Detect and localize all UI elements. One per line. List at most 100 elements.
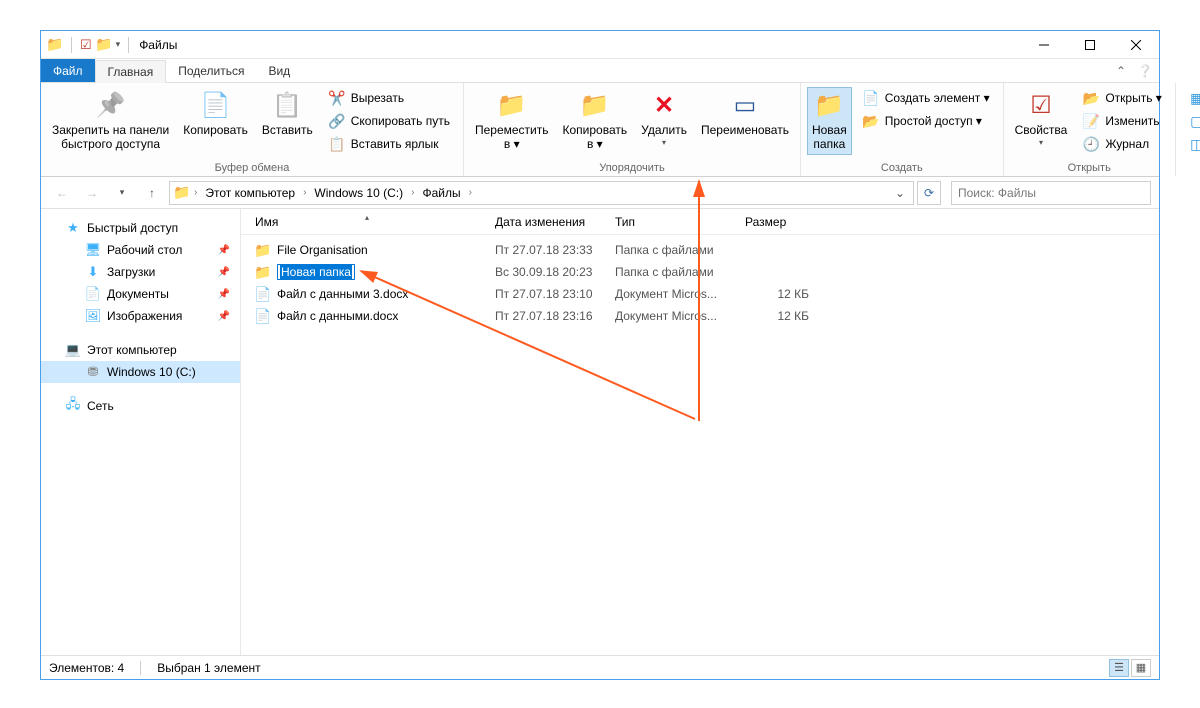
history-icon: 🕘 — [1083, 136, 1099, 152]
pin-icon: 📌 — [218, 267, 230, 278]
select-all-button[interactable]: ▦Выделить все — [1182, 87, 1200, 109]
delete-icon: ✕ — [648, 90, 680, 122]
separator — [128, 37, 129, 53]
help-icon[interactable]: ❔ — [1131, 59, 1159, 82]
shortcut-icon: 📋 — [329, 136, 345, 152]
breadcrumb[interactable]: Windows 10 (C:) — [310, 186, 407, 200]
qat-properties-icon[interactable]: ☑ — [80, 37, 92, 53]
edit-button[interactable]: 📝Изменить — [1076, 110, 1168, 132]
refresh-button[interactable]: ⟳ — [917, 181, 941, 205]
window-title: Файлы — [139, 38, 177, 52]
invert-selection-button[interactable]: ◫Обратить выделение — [1182, 133, 1200, 155]
view-switch: ☰ ▦ — [1109, 659, 1151, 677]
pc-icon: 💻 — [65, 342, 81, 358]
folder-icon: 📁 — [255, 264, 271, 280]
file-row[interactable]: 📁Новая папкаВс 30.09.18 20:23Папка с фай… — [247, 261, 1153, 283]
newfolder-icon: 📁 — [813, 90, 845, 122]
sidebar-drive-c[interactable]: ⛃Windows 10 (C:) — [41, 361, 240, 383]
nav-back-button[interactable]: ← — [49, 180, 75, 206]
breadcrumb[interactable]: Файлы — [418, 186, 464, 200]
quick-access-toolbar: 📁 ☑ 📁 ▾ — [47, 37, 133, 53]
file-row[interactable]: 📄Файл с данными.docxПт 27.07.18 23:16Док… — [247, 305, 1153, 327]
col-date[interactable]: Дата изменения — [487, 215, 607, 229]
nav-up-button[interactable]: ↑ — [139, 180, 165, 206]
delete-button[interactable]: ✕ Удалить▾ — [636, 87, 692, 150]
copy-to-button[interactable]: 📁 Копировать в ▾ — [558, 87, 633, 155]
sidebar-pictures[interactable]: 🖼Изображения📌 — [41, 305, 240, 327]
close-button[interactable] — [1113, 31, 1159, 59]
sidebar-network[interactable]: 🖧Сеть — [41, 395, 240, 417]
maximize-button[interactable] — [1067, 31, 1113, 59]
titlebar: 📁 ☑ 📁 ▾ Файлы — [41, 31, 1159, 59]
pin-icon: 📌 — [218, 289, 230, 300]
easyaccess-icon: 📂 — [863, 113, 879, 129]
nav-recent-button[interactable]: ▾ — [109, 180, 135, 206]
open-button[interactable]: 📂Открыть ▾ — [1076, 87, 1168, 109]
file-row[interactable]: 📄Файл с данными 3.docxПт 27.07.18 23:10Д… — [247, 283, 1153, 305]
qat-newfolder-icon[interactable]: 📁 — [96, 37, 112, 53]
word-doc-icon: 📄 — [255, 286, 271, 302]
sidebar-downloads[interactable]: ⬇Загрузки📌 — [41, 261, 240, 283]
select-none-button[interactable]: ▢Снять выделение — [1182, 110, 1200, 132]
qat-customize-icon[interactable]: ▾ — [116, 39, 121, 50]
column-headers: Имя▴ Дата изменения Тип Размер — [241, 209, 1159, 235]
paste-shortcut-button[interactable]: 📋Вставить ярлык — [322, 133, 457, 155]
network-icon: 🖧 — [65, 398, 81, 414]
easy-access-button[interactable]: 📂Простой доступ ▾ — [856, 110, 997, 132]
sidebar-desktop[interactable]: 🖥Рабочий стол📌 — [41, 239, 240, 261]
rename-icon: ▭ — [729, 90, 761, 122]
copy-button[interactable]: 📄 Копировать — [178, 87, 253, 141]
properties-icon: ☑ — [1025, 90, 1057, 122]
rename-input[interactable]: Новая папка — [277, 264, 355, 280]
sidebar: ★Быстрый доступ 🖥Рабочий стол📌 ⬇Загрузки… — [41, 209, 241, 655]
sidebar-documents[interactable]: 📄Документы📌 — [41, 283, 240, 305]
new-folder-button[interactable]: 📁 Новая папка — [807, 87, 852, 155]
cut-button[interactable]: ✂️Вырезать — [322, 87, 457, 109]
rename-button[interactable]: ▭ Переименовать — [696, 87, 794, 141]
sort-asc-icon: ▴ — [365, 213, 369, 222]
status-count: Элементов: 4 — [49, 661, 124, 675]
paste-button[interactable]: 📋 Вставить — [257, 87, 318, 141]
address-dropdown-icon[interactable]: ⌄ — [891, 186, 909, 200]
invert-icon: ◫ — [1189, 136, 1200, 152]
tab-home[interactable]: Главная — [95, 60, 167, 83]
downloads-icon: ⬇ — [85, 264, 101, 280]
sidebar-quick-access[interactable]: ★Быстрый доступ — [41, 217, 240, 239]
selectall-icon: ▦ — [1189, 90, 1200, 106]
pin-quickaccess-button[interactable]: 📌 Закрепить на панели быстрого доступа — [47, 87, 174, 155]
paste-icon: 📋 — [271, 90, 303, 122]
pictures-icon: 🖼 — [85, 308, 101, 324]
folder-icon: 📁 — [255, 242, 271, 258]
view-details-button[interactable]: ☰ — [1109, 659, 1129, 677]
scissors-icon: ✂️ — [329, 90, 345, 106]
selectnone-icon: ▢ — [1189, 113, 1200, 129]
file-size: 12 КБ — [737, 309, 817, 323]
tab-view[interactable]: Вид — [256, 59, 302, 82]
properties-button[interactable]: ☑ Свойства▾ — [1010, 87, 1073, 150]
minimize-button[interactable] — [1021, 31, 1067, 59]
col-name[interactable]: Имя▴ — [247, 215, 487, 229]
nav-forward-button[interactable]: → — [79, 180, 105, 206]
group-label: Упорядочить — [464, 162, 800, 176]
search-input[interactable]: Поиск: Файлы — [951, 181, 1151, 205]
tab-file[interactable]: Файл — [41, 59, 95, 82]
address-bar[interactable]: 📁 › Этот компьютер› Windows 10 (C:)› Фай… — [169, 181, 914, 205]
pin-icon: 📌 — [95, 90, 127, 122]
sidebar-this-pc[interactable]: 💻Этот компьютер — [41, 339, 240, 361]
tab-share[interactable]: Поделиться — [166, 59, 256, 82]
breadcrumb[interactable]: Этот компьютер — [201, 186, 299, 200]
ribbon-group-open: ☑ Свойства▾ 📂Открыть ▾ 📝Изменить 🕘Журнал… — [1004, 83, 1176, 176]
file-type: Документ Micros... — [607, 309, 737, 323]
ribbon-collapse-icon[interactable]: ⌃ — [1111, 59, 1131, 82]
col-type[interactable]: Тип — [607, 215, 737, 229]
copy-path-button[interactable]: 🔗Скопировать путь — [322, 110, 457, 132]
col-size[interactable]: Размер — [737, 215, 817, 229]
view-icons-button[interactable]: ▦ — [1131, 659, 1151, 677]
ribbon: 📌 Закрепить на панели быстрого доступа 📄… — [41, 83, 1159, 177]
drive-icon: ⛃ — [85, 364, 101, 380]
new-item-button[interactable]: 📄Создать элемент ▾ — [856, 87, 997, 109]
move-to-button[interactable]: 📁 Переместить в ▾ — [470, 87, 554, 155]
history-button[interactable]: 🕘Журнал — [1076, 133, 1168, 155]
file-row[interactable]: 📁File OrganisationПт 27.07.18 23:33Папка… — [247, 239, 1153, 261]
group-label: Выделить — [1176, 162, 1200, 176]
